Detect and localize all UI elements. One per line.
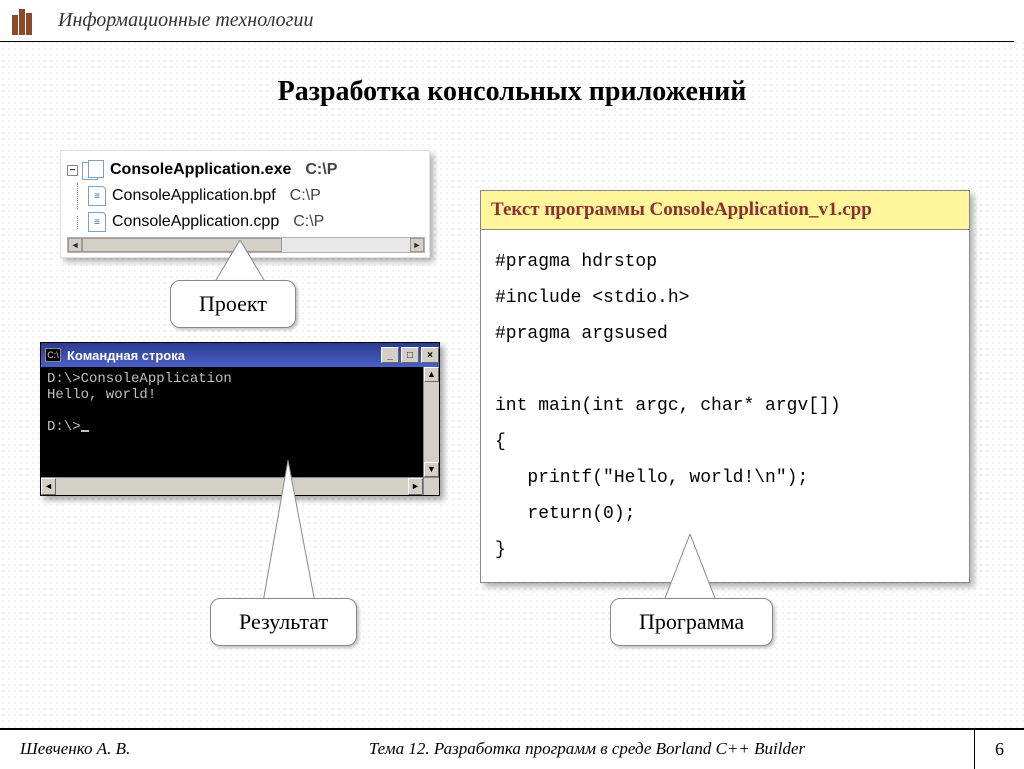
console-titlebar[interactable]: C:\ Командная строка _ □ × [41, 343, 439, 367]
footer-topic: Тема 12. Разработка программ в среде Bor… [200, 739, 974, 759]
tree-row[interactable]: ≡ ConsoleApplication.cpp C:\P [67, 209, 425, 235]
scroll-down-icon[interactable]: ▼ [424, 462, 439, 477]
tree-item-path: C:\P [290, 187, 321, 205]
cpp-file-icon: ≡ [88, 212, 106, 232]
tree-item-path: C:\P [293, 213, 324, 231]
source-code: #pragma hdrstop #include <stdio.h> #prag… [481, 230, 969, 582]
tree-collapse-icon[interactable]: − [67, 165, 78, 176]
scroll-left-icon[interactable]: ◄ [41, 478, 56, 495]
scroll-left-icon[interactable]: ◄ [68, 238, 82, 252]
cursor-icon [81, 430, 89, 432]
page-title: Разработка консольных приложений [0, 76, 1024, 108]
tree-item-path: C:\P [305, 161, 337, 179]
scroll-up-icon[interactable]: ▲ [424, 367, 439, 382]
tree-item-name: ConsoleApplication.exe [110, 161, 291, 179]
maximize-button[interactable]: □ [401, 347, 419, 363]
program-callout: Программа [610, 598, 773, 646]
source-code-panel: Текст программы ConsoleApplication_v1.cp… [480, 190, 970, 583]
horizontal-scrollbar[interactable]: ◄ ► [41, 477, 439, 495]
project-callout: Проект [170, 280, 296, 328]
console-output: D:\>ConsoleApplication Hello, world! D:\… [41, 367, 439, 477]
result-callout: Результат [210, 598, 357, 646]
exe-file-icon [82, 160, 104, 180]
resize-grip-icon[interactable] [423, 478, 439, 495]
close-button[interactable]: × [421, 347, 439, 363]
slide-footer: Шевченко А. В. Тема 12. Разработка прогр… [0, 728, 1024, 768]
cmd-system-icon: C:\ [45, 348, 61, 362]
tree-item-name: ConsoleApplication.cpp [112, 213, 279, 231]
console-window: C:\ Командная строка _ □ × D:\>ConsoleAp… [40, 342, 440, 496]
vertical-scrollbar[interactable]: ▲ ▼ [423, 367, 439, 477]
scroll-right-icon[interactable]: ► [408, 478, 423, 495]
tree-item-name: ConsoleApplication.bpf [112, 187, 276, 205]
callout-label: Проект [199, 291, 267, 316]
footer-author: Шевченко А. В. [0, 739, 200, 759]
minimize-button[interactable]: _ [381, 347, 399, 363]
console-title-text: Командная строка [67, 348, 185, 363]
tree-connector-icon [77, 183, 88, 209]
callout-label: Программа [639, 609, 744, 634]
tree-row[interactable]: − ConsoleApplication.exe C:\P [67, 157, 425, 183]
course-title: Информационные технологии [58, 9, 313, 32]
logo-icon [12, 7, 48, 35]
bpf-file-icon: ≡ [88, 186, 106, 206]
tree-row[interactable]: ≡ ConsoleApplication.bpf C:\P [67, 183, 425, 209]
slide-header: Информационные технологии [0, 0, 1014, 42]
tree-connector-icon [77, 216, 88, 229]
code-panel-title: Текст программы ConsoleApplication_v1.cp… [481, 191, 969, 230]
callout-label: Результат [239, 609, 328, 634]
page-number: 6 [974, 729, 1024, 769]
scroll-right-icon[interactable]: ► [410, 238, 424, 252]
callout-pointer-icon [250, 460, 330, 610]
